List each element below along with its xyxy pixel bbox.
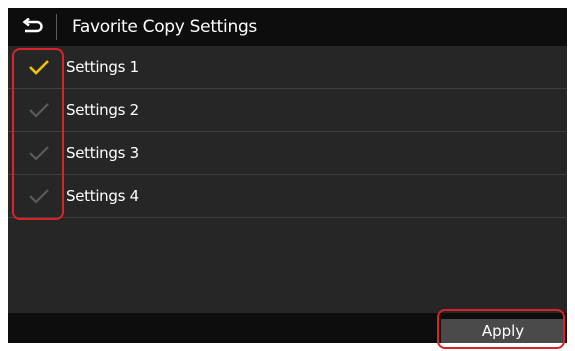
page-title: Favorite Copy Settings: [72, 17, 257, 37]
header-divider: [56, 14, 57, 40]
check-icon: [29, 60, 49, 75]
list-item-label: Settings 3: [66, 144, 139, 162]
list-item-settings-2[interactable]: Settings 2: [8, 89, 567, 132]
footer-bar: Apply: [8, 313, 567, 343]
back-arrow-icon: [22, 18, 43, 33]
check-icon: [29, 189, 49, 204]
list-item-label: Settings 1: [66, 58, 139, 76]
list-item-label: Settings 4: [66, 187, 139, 205]
apply-button[interactable]: Apply: [441, 319, 565, 343]
header-bar: Favorite Copy Settings: [8, 8, 567, 46]
check-icon: [29, 146, 49, 161]
touch-panel-screen: Favorite Copy Settings Settings 1 Settin…: [8, 8, 567, 343]
list-item-settings-4[interactable]: Settings 4: [8, 175, 567, 218]
list-item-settings-1[interactable]: Settings 1: [8, 46, 567, 89]
list-item-label: Settings 2: [66, 101, 139, 119]
check-icon: [29, 103, 49, 118]
list-item-settings-3[interactable]: Settings 3: [8, 132, 567, 175]
back-button[interactable]: [8, 8, 56, 46]
